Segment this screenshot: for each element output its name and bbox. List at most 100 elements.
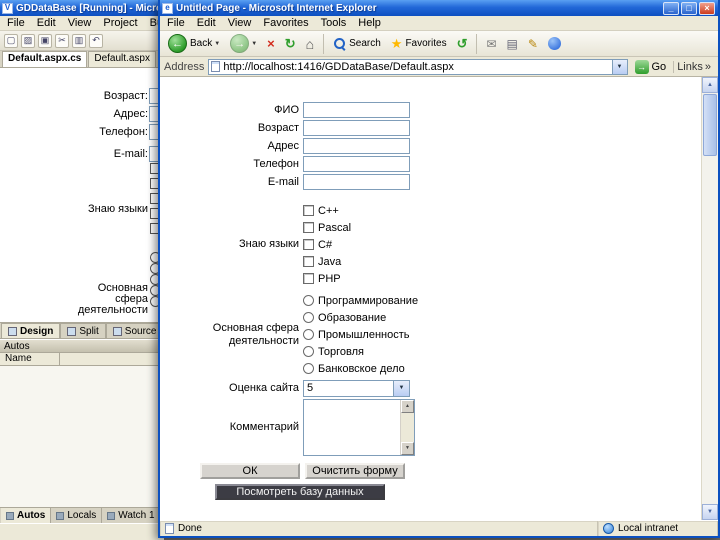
designer-label-email[interactable]: E-mail: — [114, 148, 148, 160]
close-button[interactable]: × — [699, 1, 715, 15]
banking-radio[interactable] — [303, 363, 314, 374]
vs-tab-split[interactable]: Split — [60, 323, 106, 338]
fio-field[interactable] — [303, 102, 410, 118]
ie-menu-help[interactable]: Help — [352, 16, 387, 30]
vs-doc-tab-markup[interactable]: Default.aspx — [88, 51, 156, 67]
scroll-down-icon[interactable]: ▼ — [401, 442, 414, 455]
links-label: Links — [677, 60, 703, 73]
comment-scrollbar[interactable]: ▲ ▼ — [400, 400, 414, 455]
designer-label-address[interactable]: Адрес: — [113, 108, 148, 120]
forward-button[interactable]: → ▼ — [226, 32, 261, 55]
ie-app-icon: e — [162, 2, 173, 14]
vs-menu-file[interactable]: File — [1, 16, 31, 30]
address-dropdown-icon[interactable]: ▼ — [611, 59, 627, 74]
scroll-down-icon[interactable]: ▼ — [702, 504, 718, 520]
tab-watch1[interactable]: Watch 1 — [102, 508, 161, 523]
cpp-label: C++ — [318, 204, 339, 217]
ok-button[interactable]: ОК — [200, 463, 300, 479]
autos-panel-body[interactable] — [0, 366, 164, 507]
tab-locals-label: Locals — [67, 510, 97, 521]
vs-tab-split-label: Split — [79, 325, 99, 337]
scrollbar-thumb[interactable] — [703, 94, 717, 156]
search-icon — [333, 37, 346, 50]
ie-menu-edit[interactable]: Edit — [191, 16, 222, 30]
age-field[interactable] — [303, 120, 410, 136]
scroll-up-icon[interactable]: ▲ — [401, 400, 414, 413]
field-label-fio: ФИО — [274, 104, 299, 116]
back-button[interactable]: ← Back ▼ — [164, 32, 224, 55]
vertical-scrollbar[interactable]: ▲ ▼ — [701, 77, 718, 520]
clear-form-button[interactable]: Очистить форму — [305, 463, 405, 479]
address-input[interactable] — [223, 59, 609, 74]
programming-label: Программирование — [318, 294, 419, 307]
go-button[interactable]: → Go — [632, 59, 670, 75]
vs-window-title: GDDataBase [Running] - Microsoft Visual … — [16, 2, 162, 14]
vs-menu-view[interactable]: View — [62, 16, 98, 30]
autos-name-column[interactable]: Name — [0, 353, 60, 365]
cut-icon[interactable]: ✂ — [55, 33, 69, 48]
vs-menu-project[interactable]: Project — [97, 16, 143, 30]
cpp-checkbox[interactable] — [303, 205, 314, 216]
industry-label: Промышленность — [318, 328, 410, 341]
messenger-button[interactable] — [544, 35, 565, 52]
favorites-button[interactable]: ★ Favorites — [387, 34, 451, 54]
java-checkbox[interactable] — [303, 256, 314, 267]
address-field[interactable] — [303, 138, 410, 154]
copy-icon[interactable]: ▥ — [72, 33, 86, 48]
vs-document-tabs: Default.aspx.cs Default.aspx — [0, 51, 164, 68]
vs-design-surface[interactable]: Возраст: Адрес: Телефон: E-mail: Знаю яз… — [0, 68, 164, 323]
ie-menu-file[interactable]: File — [161, 16, 191, 30]
csharp-checkbox[interactable] — [303, 239, 314, 250]
rating-select[interactable]: 5 ▼ — [303, 379, 410, 397]
scrollbar-track[interactable] — [702, 157, 718, 504]
education-radio[interactable] — [303, 312, 314, 323]
autos-panel-header[interactable]: Autos — [0, 339, 164, 353]
tab-locals[interactable]: Locals — [51, 508, 103, 523]
undo-icon[interactable]: ↶ — [89, 33, 103, 48]
programming-radio[interactable] — [303, 295, 314, 306]
ie-menu-view[interactable]: View — [222, 16, 258, 30]
php-checkbox[interactable] — [303, 273, 314, 284]
new-file-icon[interactable]: ▢ — [4, 33, 18, 48]
activity-option: Образование — [303, 309, 418, 326]
edit-button[interactable]: ✎ — [524, 35, 542, 53]
tab-autos[interactable]: Autos — [1, 508, 52, 523]
designer-label-age[interactable]: Возраст: — [104, 90, 148, 102]
designer-label-phone[interactable]: Телефон: — [99, 126, 148, 138]
vs-menu-edit[interactable]: Edit — [31, 16, 62, 30]
vs-titlebar[interactable]: V GDDataBase [Running] - Microsoft Visua… — [0, 0, 164, 16]
links-bar[interactable]: Links » — [673, 60, 714, 73]
scroll-up-icon[interactable]: ▲ — [702, 77, 718, 93]
mail-button[interactable]: ✉ — [482, 35, 500, 53]
designer-label-languages[interactable]: Знаю языки — [88, 203, 148, 215]
language-option: Pascal — [303, 219, 351, 236]
refresh-button[interactable]: ↻ — [281, 34, 300, 54]
vs-tab-design-label: Design — [20, 325, 54, 337]
history-button[interactable]: ↺ — [453, 34, 472, 54]
save-icon[interactable]: ▣ — [38, 33, 52, 48]
phone-field[interactable] — [303, 156, 410, 172]
activity-option: Промышленность — [303, 326, 418, 343]
print-button[interactable]: ▤ — [503, 35, 522, 53]
ie-menu-favorites[interactable]: Favorites — [257, 16, 314, 30]
stop-button[interactable]: × — [263, 34, 279, 53]
home-button[interactable]: ⌂ — [302, 34, 318, 54]
form-row: Возраст — [163, 119, 701, 137]
ie-menu-tools[interactable]: Tools — [315, 16, 353, 30]
comment-textarea[interactable] — [304, 400, 400, 455]
designer-label-activity[interactable]: Основная сфера деятельности — [68, 283, 148, 316]
vs-tab-source[interactable]: Source — [105, 323, 164, 338]
minimize-button[interactable]: _ — [663, 1, 679, 15]
vs-tab-design[interactable]: Design — [1, 323, 61, 338]
search-button[interactable]: Search — [329, 35, 385, 52]
ie-titlebar[interactable]: e Untitled Page - Microsoft Internet Exp… — [160, 0, 718, 16]
open-file-icon[interactable]: ▨ — [21, 33, 35, 48]
vs-doc-tab-code[interactable]: Default.aspx.cs — [2, 51, 88, 67]
maximize-button[interactable]: □ — [681, 1, 697, 15]
languages-group-label: Знаю языки — [238, 238, 299, 250]
view-database-button[interactable]: Посмотреть базу данных — [215, 484, 385, 500]
trade-radio[interactable] — [303, 346, 314, 357]
email-field[interactable] — [303, 174, 410, 190]
pascal-checkbox[interactable] — [303, 222, 314, 233]
industry-radio[interactable] — [303, 329, 314, 340]
